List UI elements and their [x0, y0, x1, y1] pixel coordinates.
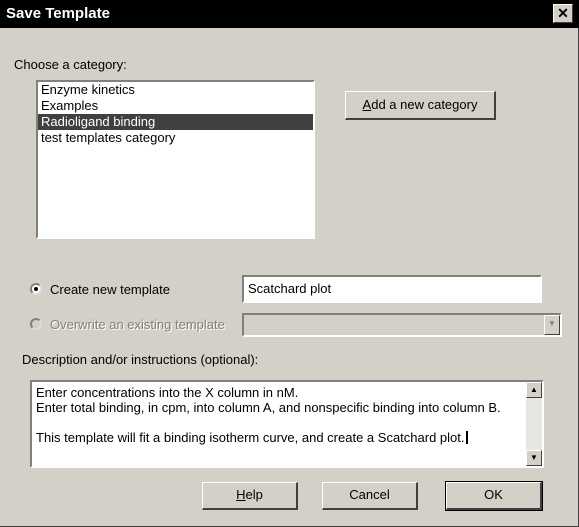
- help-label: elp: [245, 487, 263, 502]
- scroll-up-icon[interactable]: ▲: [526, 382, 542, 398]
- window-title: Save Template: [6, 5, 110, 22]
- description-line-3: [36, 415, 522, 430]
- category-item-enzyme-kinetics[interactable]: Enzyme kinetics: [38, 82, 313, 98]
- dropdown-arrow-icon[interactable]: ▼: [544, 315, 560, 335]
- category-label: Choose a category:: [14, 57, 127, 72]
- description-line-2: Enter total binding, in cpm, into column…: [36, 400, 501, 415]
- category-item-radioligand-binding[interactable]: Radioligand binding: [38, 114, 313, 130]
- category-item-test-templates[interactable]: test templates category: [38, 130, 313, 146]
- add-category-accel: A: [362, 97, 372, 112]
- cancel-button[interactable]: Cancel: [322, 482, 418, 510]
- overwrite-label: Overwrite an existing template: [50, 317, 225, 332]
- add-category-button[interactable]: Add a new category: [345, 91, 496, 120]
- create-new-label: Create new template: [50, 282, 170, 297]
- save-template-dialog: Save Template ✕ Choose a category: Enzym…: [0, 0, 579, 527]
- help-accel: H: [236, 487, 246, 502]
- close-icon[interactable]: ✕: [553, 4, 573, 23]
- overwrite-radio[interactable]: [30, 318, 42, 330]
- template-name-input[interactable]: Scatchard plot: [242, 275, 542, 303]
- add-category-label: dd a new category: [371, 97, 478, 112]
- category-listbox[interactable]: Enzyme kinetics Examples Radioligand bin…: [36, 80, 315, 239]
- description-label: Description and/or instructions (optiona…: [22, 352, 259, 367]
- title-bar[interactable]: Save Template ✕: [0, 0, 579, 28]
- description-scrollbar[interactable]: ▲ ▼: [526, 382, 542, 466]
- description-line-4-text: This template will fit a binding isother…: [36, 430, 465, 445]
- description-line-1: Enter concentrations into the X column i…: [36, 385, 299, 400]
- category-item-examples[interactable]: Examples: [38, 98, 313, 114]
- ok-button[interactable]: OK: [445, 481, 543, 511]
- help-button[interactable]: Help: [202, 482, 298, 510]
- description-line-4: This template will fit a binding isother…: [36, 430, 522, 445]
- description-textarea[interactable]: Enter concentrations into the X column i…: [30, 380, 544, 468]
- scroll-down-icon[interactable]: ▼: [526, 450, 542, 466]
- text-caret: [465, 431, 468, 444]
- create-new-radio[interactable]: [30, 283, 42, 295]
- existing-template-combo[interactable]: ▼: [242, 313, 562, 337]
